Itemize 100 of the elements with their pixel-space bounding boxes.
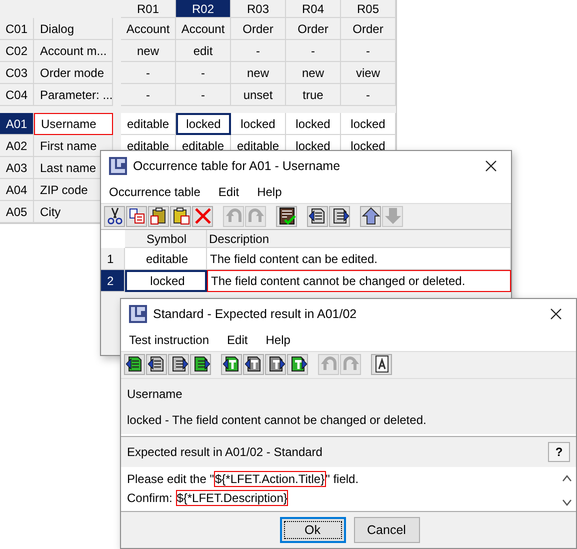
table-cell: edit [176,40,231,62]
info-text: Username [127,387,184,401]
page-arrow-icon [222,355,240,373]
redo-icon [246,207,264,225]
page-arrow-icon [244,355,262,373]
close-icon [485,160,497,172]
paste-icon [150,207,168,225]
toolbar-button[interactable] [371,354,392,374]
page-arrow-icon [330,207,348,225]
text-line: Please edit the " [127,472,214,486]
row-id: A05 [0,201,34,223]
variable-placeholder: ${*LFET.Action.Title} [214,471,326,487]
table-cell: - [176,84,231,106]
toolbar-button[interactable] [104,206,125,226]
table-cell: locked [125,270,207,292]
table-cell: Account [121,18,176,40]
row-number: 1 [101,248,125,270]
table-cell: locked [231,113,286,135]
help-button[interactable]: ? [548,442,570,462]
toolbar-button[interactable] [360,206,381,226]
column-header: R04 [286,0,341,18]
table-cell: new [121,40,176,62]
row-id: C02 [0,40,34,62]
page-arrow-icon [266,355,284,373]
table-cell: Order [231,18,286,40]
toolbar-button[interactable] [170,206,191,226]
menu-item[interactable]: Test instruction [129,333,210,347]
close-icon [550,308,562,320]
checklist-icon [278,207,296,225]
undo-icon [320,355,338,373]
condition-name: Dialog [34,18,113,40]
logo-icon [129,305,147,323]
column-header: R03 [231,0,286,18]
up-arrow-icon [362,207,380,225]
table-cell: The field content cannot be changed or deleted. [207,270,511,292]
toolbar-button[interactable] [221,354,242,374]
column-header: Description [207,230,511,248]
column-header: R05 [341,0,396,18]
text-line: Confirm: [127,491,174,505]
table-cell: editable [125,248,207,270]
table-cell: unset [231,84,286,106]
table-cell: - [286,40,341,62]
row-id: C03 [0,62,34,84]
row-id: A01 [0,113,34,135]
scissors-icon [106,207,124,225]
toolbar-button[interactable] [168,354,189,374]
action-name: Username [34,113,113,135]
down-arrow-icon [384,207,402,225]
page-arrow-icon [192,355,210,373]
condition-name: Account m... [34,40,113,62]
column-header: Symbol [125,230,207,248]
row-id: C01 [0,18,34,40]
scroll-down-icon [562,499,572,507]
toolbar-button[interactable] [276,206,297,226]
copy-icon [128,207,146,225]
window-title: Occurrence table for A01 - Username [133,159,342,173]
table-cell: - [231,40,286,62]
toolbar-button[interactable] [307,206,328,226]
table-cell: - [121,62,176,84]
row-id: A04 [0,179,34,201]
page-arrow-icon [148,355,166,373]
menu-item[interactable]: Edit [218,185,240,199]
page-arrow-icon [170,355,188,373]
page-icon [372,355,390,373]
toolbar-button[interactable] [329,206,350,226]
condition-name: Order mode [34,62,113,84]
table-cell: - [121,84,176,106]
text-line: " field. [326,472,359,486]
row-number: 2 [101,270,125,292]
table-cell: view [341,62,396,84]
toolbar-button[interactable] [124,354,145,374]
condition-name: Parameter: ... [34,84,113,106]
table-cell: Account [176,18,231,40]
menu-item[interactable]: Help [257,185,282,199]
toolbar-button[interactable] [146,354,167,374]
table-cell: - [341,84,396,106]
row-id: A02 [0,135,34,157]
toolbar-button[interactable] [265,354,286,374]
table-cell: Order [341,18,396,40]
info-text: locked - The field content cannot be changed or deleted. [127,413,428,427]
menu-item[interactable]: Edit [227,333,248,347]
toolbar-button[interactable] [126,206,147,226]
page-arrow-icon [288,355,306,373]
section-title: Expected result in A01/02 - Standard [127,445,322,459]
table-cell: editable [121,113,176,135]
row-id: A03 [0,157,34,179]
redo-icon [342,355,360,373]
cancel-button[interactable]: Cancel [354,517,420,543]
toolbar-button[interactable] [148,206,169,226]
menu-item[interactable]: Help [266,333,290,347]
delete-icon [194,207,212,225]
page-arrow-icon [126,355,144,373]
paste-icon [172,207,190,225]
ok-button[interactable]: Ok [280,517,346,543]
table-cell: locked [341,113,396,135]
toolbar-button[interactable] [243,354,264,374]
toolbar-button[interactable] [287,354,308,374]
table-cell: locked [176,113,231,135]
table-cell: locked [286,113,341,135]
toolbar-button[interactable] [190,354,211,374]
